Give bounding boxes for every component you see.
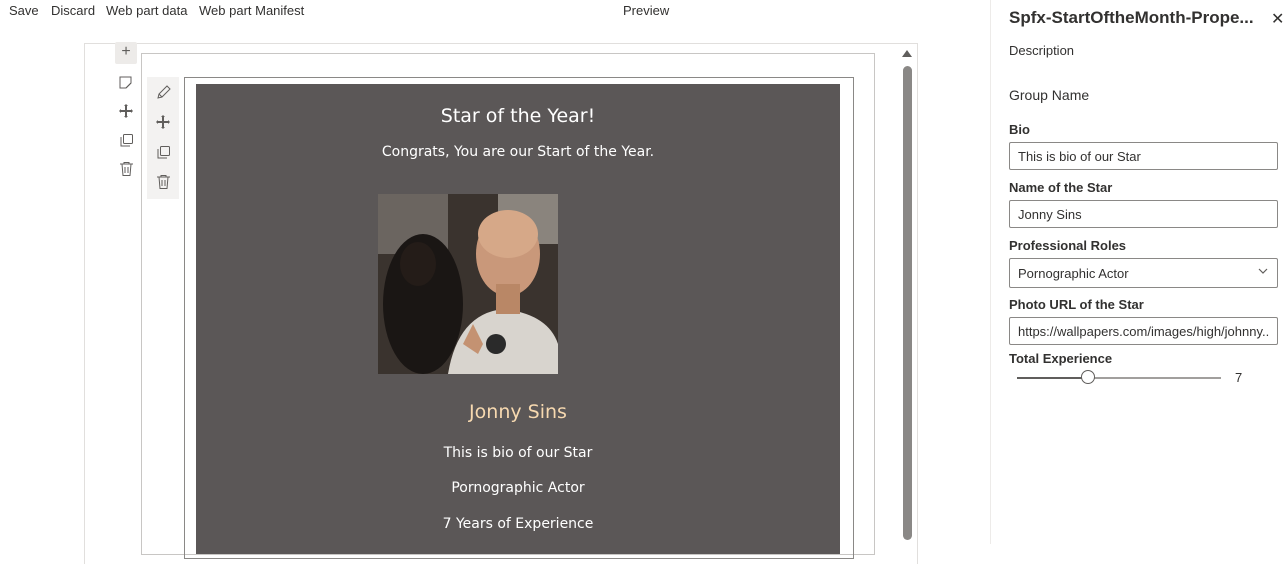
preview-button[interactable]: Preview xyxy=(623,3,669,18)
photo-url-label: Photo URL of the Star xyxy=(1009,297,1144,312)
property-pane: Spfx-StartOftheMonth-Prope... ✕ Descript… xyxy=(990,0,1287,544)
webpart-toolbar xyxy=(147,77,179,199)
chevron-down-icon xyxy=(1258,268,1268,274)
star-name-field[interactable] xyxy=(1009,200,1278,228)
pane-description: Description xyxy=(1009,43,1075,58)
delete-section-icon[interactable] xyxy=(116,159,136,179)
bio-label: Bio xyxy=(1009,122,1030,137)
star-name-label: Name of the Star xyxy=(1009,180,1113,195)
photo-url-field[interactable] xyxy=(1009,317,1278,345)
roles-dropdown[interactable]: Pornographic Actor xyxy=(1009,258,1278,288)
pane-title: Spfx-StartOftheMonth-Prope... xyxy=(1009,8,1254,27)
experience-value: 7 xyxy=(1235,370,1243,385)
section-toolbar xyxy=(116,72,136,188)
bio-field[interactable] xyxy=(1009,142,1278,170)
vertical-scrollbar[interactable] xyxy=(903,66,912,540)
star-name: Jonny Sins xyxy=(469,401,567,423)
delete-webpart-icon[interactable] xyxy=(147,171,179,193)
workbench-toolbar: Save Discard Web part data Web part Mani… xyxy=(0,0,990,26)
group-name: Group Name xyxy=(1009,87,1090,103)
move-webpart-icon[interactable] xyxy=(147,111,179,133)
duplicate-webpart-icon[interactable] xyxy=(147,141,179,163)
duplicate-section-icon[interactable] xyxy=(116,130,136,150)
roles-dropdown-value: Pornographic Actor xyxy=(1018,266,1129,281)
star-experience: 7 Years of Experience xyxy=(442,516,594,532)
add-section-button[interactable]: + xyxy=(115,42,137,64)
web-part-data-button[interactable]: Web part data xyxy=(106,3,187,18)
close-icon[interactable]: ✕ xyxy=(1271,9,1284,29)
card-title: Star of the Year! xyxy=(440,105,596,127)
star-card: Star of the Year! Congrats, You are our … xyxy=(196,84,840,554)
edit-section-icon[interactable] xyxy=(116,72,136,92)
roles-label: Professional Roles xyxy=(1009,238,1127,253)
save-button[interactable]: Save xyxy=(9,3,39,18)
slider-fill xyxy=(1017,377,1089,379)
web-part-manifest-button[interactable]: Web part Manifest xyxy=(199,3,304,18)
pencil-icon[interactable] xyxy=(147,81,179,103)
slider-thumb[interactable] xyxy=(1081,370,1096,384)
card-subtitle: Congrats, You are our Start of the Year. xyxy=(381,144,655,160)
star-bio: This is bio of our Star xyxy=(443,445,593,461)
star-photo xyxy=(378,194,558,374)
experience-label: Total Experience xyxy=(1009,351,1113,366)
star-role: Pornographic Actor xyxy=(451,480,585,496)
scroll-up-arrow-icon[interactable] xyxy=(902,50,912,57)
discard-button[interactable]: Discard xyxy=(51,3,95,18)
experience-slider[interactable] xyxy=(1017,370,1221,384)
plus-icon: + xyxy=(121,43,131,60)
move-section-icon[interactable] xyxy=(116,101,136,121)
